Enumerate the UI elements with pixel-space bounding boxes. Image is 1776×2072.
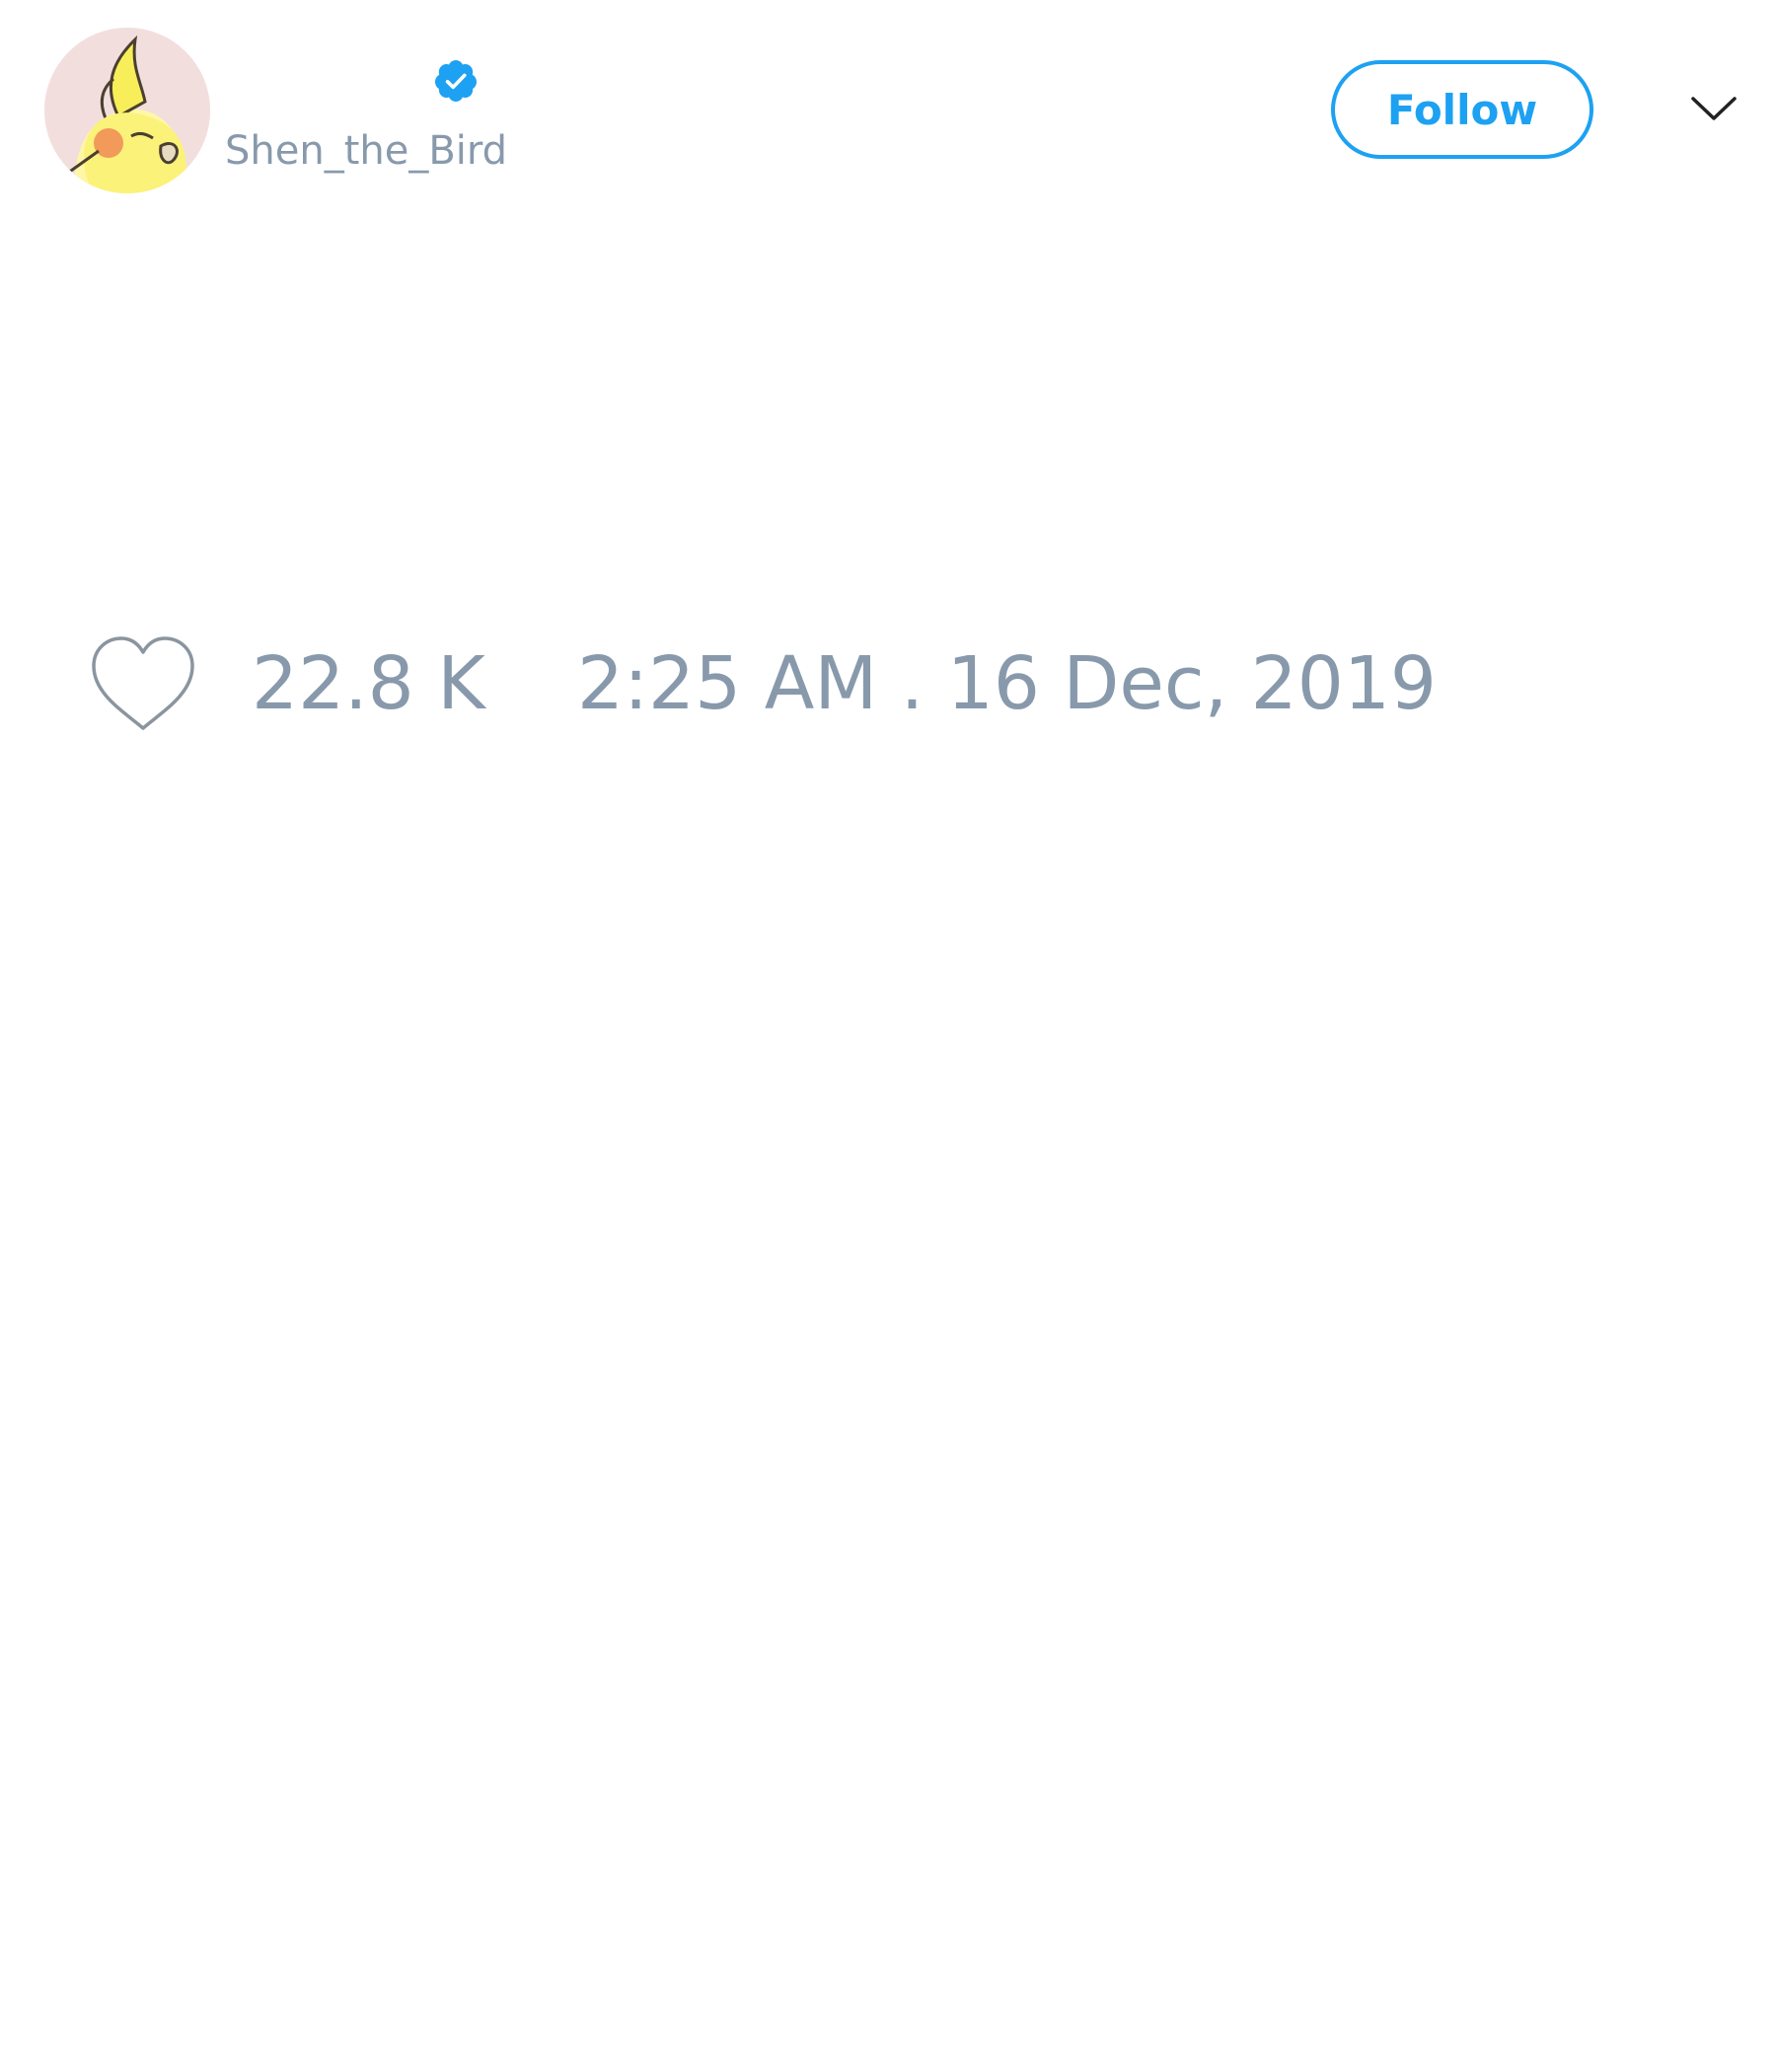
heart-icon[interactable] <box>89 634 197 733</box>
author-handle[interactable]: Shen_the_Bird <box>225 126 507 176</box>
tweet-timestamp[interactable]: 2:25 AM . 16 Dec, 2019 <box>577 639 1437 728</box>
like-count: 22.8 K <box>252 641 485 726</box>
chevron-down-icon[interactable] <box>1689 89 1739 128</box>
follow-button[interactable]: Follow <box>1331 60 1593 159</box>
cockatiel-avatar-icon <box>44 28 210 193</box>
verified-badge-icon <box>434 60 477 102</box>
avatar[interactable] <box>44 28 210 193</box>
